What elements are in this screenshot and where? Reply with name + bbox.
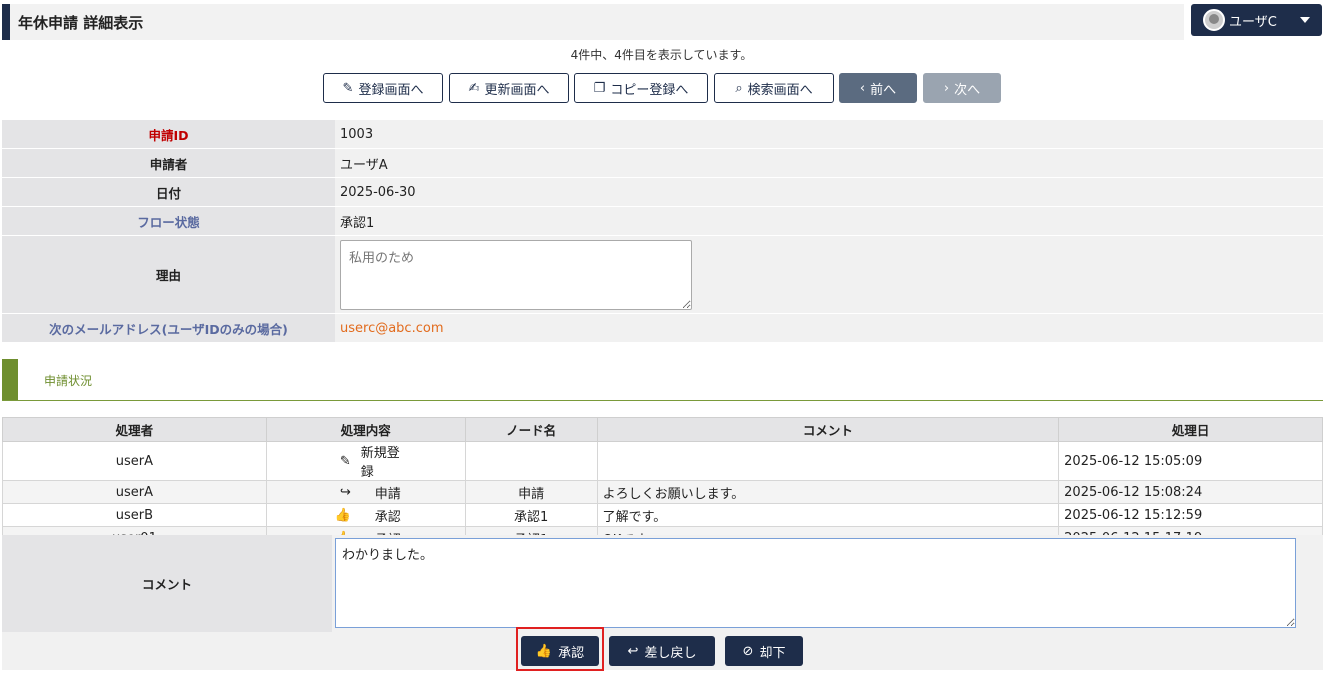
pencil-icon: ✎ [342,80,354,96]
chevron-left-icon: ‹ [859,80,866,96]
page-title: 年休申請 詳細表示 [18,13,144,32]
column-header: 処理内容 [265,417,466,442]
share-arrow-icon: ↪ [339,484,351,500]
update-screen-button[interactable]: ✍ 更新画面へ [449,73,569,103]
detail-value: 2025-06-30 [335,178,1323,206]
column-header: 処理日 [1058,417,1323,442]
detail-row: 日付 2025-06-30 [2,178,1323,207]
record-count-text: 4件中、4件目を表示しています。 [570,48,753,62]
copy-icon: ❐ [593,80,606,96]
reason-textarea[interactable] [340,239,692,310]
reject-button[interactable]: ⊘ 却下 [725,636,803,666]
detail-row: 申請者 ユーザA [2,149,1323,178]
email-value: userc@abc.com [335,314,1323,342]
search-icon: ⌕ [735,80,743,96]
approve-highlight-box [516,627,604,671]
prev-button[interactable]: ‹ 前へ [839,73,917,103]
section-header: 申請状況 [2,359,1323,401]
processor-cell: userA [2,441,267,481]
detail-label: フロー状態 [2,207,335,235]
action-cell: 申請 [374,486,401,502]
user-avatar-icon [1203,9,1225,31]
column-header: 処理者 [2,417,267,442]
next-button[interactable]: › 次へ [923,73,1001,103]
section-title: 申請状況 [44,374,93,388]
detail-row: 次のメールアドレス(ユーザIDのみの場合) userc@abc.com [2,314,1323,343]
chevron-right-icon: › [943,80,950,96]
edit-icon: ✍ [468,80,480,96]
detail-label: 理由 [2,236,335,313]
date-cell: 2025-06-12 15:12:59 [1058,503,1323,527]
search-screen-button[interactable]: ⌕ 検索画面へ [714,73,834,103]
detail-value: 1003 [335,120,1323,148]
comment-label: コメント [2,535,332,632]
section-accent-bar [2,359,18,400]
comment-textarea[interactable]: わかりました。 [335,538,1296,628]
page-title-bar: 年休申請 詳細表示 [2,4,1184,40]
detail-row: 申請ID 1003 [2,120,1323,149]
detail-label: 申請者 [2,149,335,177]
date-cell: 2025-06-12 15:05:09 [1058,441,1323,481]
table-row: userB 👍 承認 承認1 了解です。 2025-06-12 15:12:59 [2,503,1323,527]
detail-table: 申請ID 1003 申請者 ユーザA 日付 2025-06-30 フロー状態 承… [2,120,1323,343]
comment-section: コメント わかりました。 [2,535,1323,632]
detail-row: フロー状態 承認1 [2,207,1323,236]
user-menu-button[interactable]: ユーザC [1191,4,1322,36]
table-row: userA ✎ 新規登録 2025-06-12 15:05:09 [2,441,1323,481]
comment-cell [596,441,1060,481]
ban-icon: ⊘ [742,643,754,659]
column-header: コメント [596,417,1060,442]
status-table: 処理者 処理内容 ノード名 コメント 処理日 userA ✎ 新規登録 2025-… [2,417,1323,550]
action-cell: 承認 [374,509,401,525]
comment-cell: よろしくお願いします。 [596,480,1060,504]
table-header-row: 処理者 処理内容 ノード名 コメント 処理日 [2,417,1323,442]
detail-label: 次のメールアドレス(ユーザIDのみの場合) [2,314,335,342]
send-back-button[interactable]: ↩ 差し戻し [609,636,715,666]
processor-cell: userA [2,480,267,504]
column-header: ノード名 [464,417,598,442]
date-cell: 2025-06-12 15:08:24 [1058,480,1323,504]
action-cell: 新規登録 [360,446,400,480]
detail-value: 承認1 [335,207,1323,235]
node-cell [464,441,598,481]
comment-cell: 了解です。 [596,503,1060,527]
node-cell: 申請 [464,480,598,504]
user-name: ユーザC [1229,14,1277,30]
copy-register-button[interactable]: ❐ コピー登録へ [574,73,708,103]
caret-down-icon [1300,17,1310,23]
table-row: userA ↪ 申請 申請 よろしくお願いします。 2025-06-12 15:0… [2,480,1323,504]
detail-row: 理由 [2,236,1323,314]
detail-label: 日付 [2,178,335,206]
detail-value: ユーザA [335,149,1323,177]
register-screen-button[interactable]: ✎ 登録画面へ [323,73,443,103]
detail-label: 申請ID [2,120,335,148]
thumbs-up-icon: 👍 [334,507,351,523]
processor-cell: userB [2,503,267,527]
node-cell: 承認1 [464,503,598,527]
pencil-icon: ✎ [339,453,351,469]
reply-arrow-icon: ↩ [627,643,639,659]
